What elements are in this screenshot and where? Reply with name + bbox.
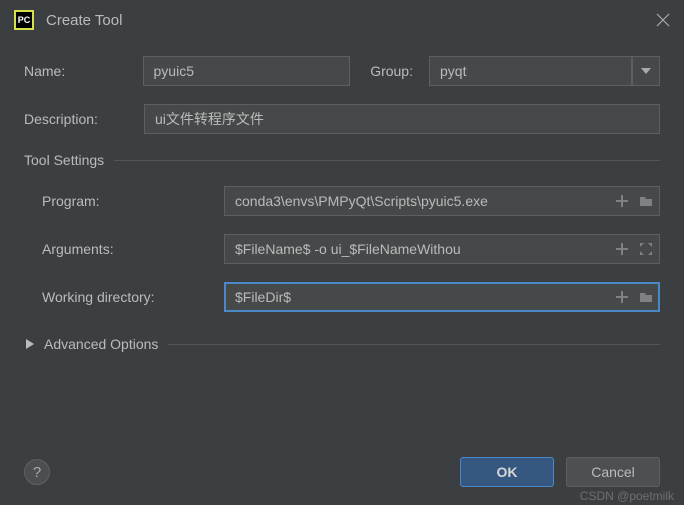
insert-macro-icon[interactable] [614,193,630,209]
advanced-options-label: Advanced Options [44,336,158,352]
description-input[interactable] [144,104,660,134]
expand-icon[interactable] [638,241,654,257]
advanced-options-toggle[interactable]: Advanced Options [24,336,660,352]
form-body: Name: Group: Description: Tool Settings … [0,40,684,352]
name-label: Name: [24,63,143,79]
insert-macro-icon[interactable] [614,289,630,305]
description-label: Description: [24,111,144,127]
ok-button[interactable]: OK [460,457,554,487]
chevron-right-icon [26,339,34,349]
browse-folder-icon[interactable] [638,193,654,209]
program-label: Program: [42,193,224,209]
arguments-label: Arguments: [42,241,224,257]
group-label: Group: [370,63,413,79]
help-button[interactable]: ? [24,459,50,485]
close-icon[interactable] [656,13,670,27]
cancel-button[interactable]: Cancel [566,457,660,487]
dialog-title: Create Tool [46,12,656,29]
group-input[interactable] [429,56,632,86]
working-directory-input[interactable] [224,282,660,312]
program-input[interactable] [224,186,660,216]
chevron-down-icon [641,68,651,74]
insert-macro-icon[interactable] [614,241,630,257]
name-input[interactable] [143,56,351,86]
arguments-input[interactable] [224,234,660,264]
titlebar: PC Create Tool [0,0,684,40]
watermark: CSDN @poetmilk [580,489,674,503]
browse-folder-icon[interactable] [638,289,654,305]
group-dropdown-button[interactable] [632,56,660,86]
tool-settings-header: Tool Settings [24,152,660,168]
pycharm-icon: PC [14,10,34,30]
working-directory-label: Working directory: [42,289,224,305]
